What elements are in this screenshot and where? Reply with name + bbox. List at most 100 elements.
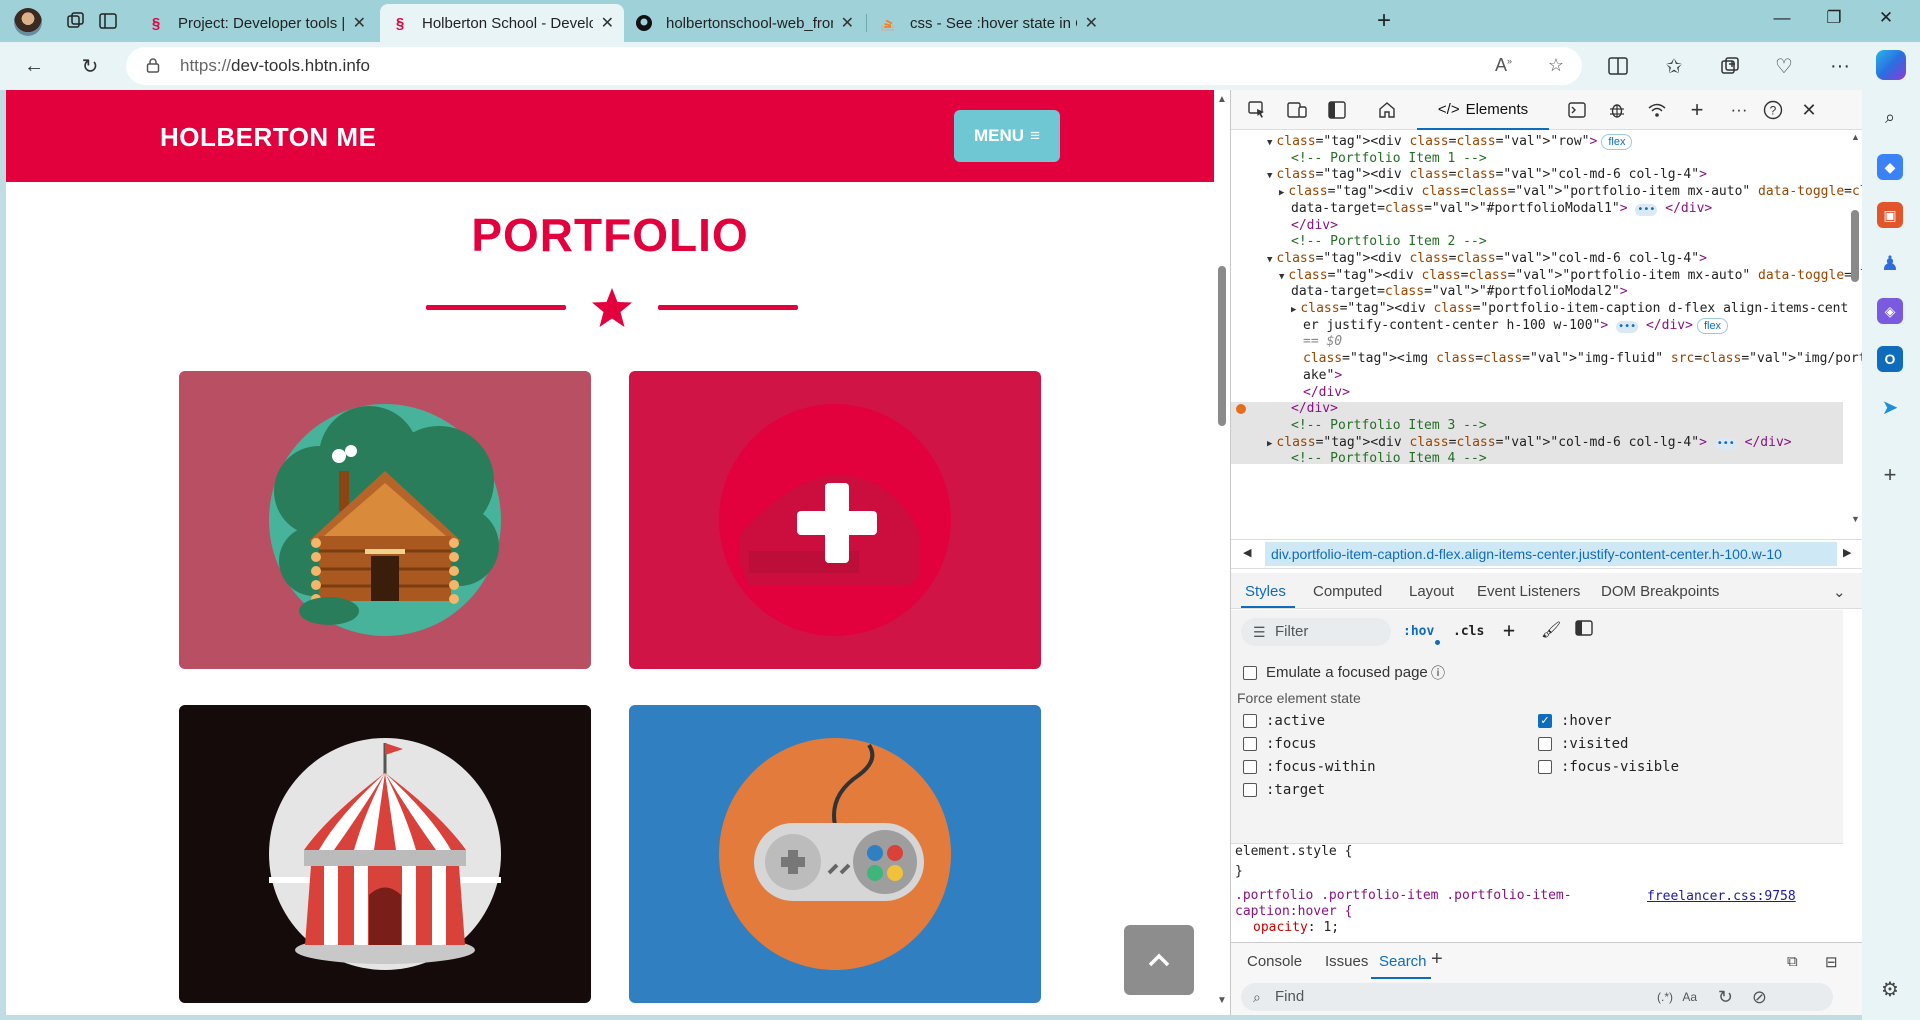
search-find-input[interactable]: ⌕ Find (.*) Aa ↻ ⊘: [1241, 983, 1833, 1011]
collections-icon[interactable]: [1716, 52, 1744, 80]
scrollbar-thumb[interactable]: [1218, 266, 1226, 426]
read-aloud-icon[interactable]: A»: [1495, 55, 1512, 76]
sources-bug-icon[interactable]: [1605, 99, 1629, 121]
cls-toggle[interactable]: .cls: [1453, 624, 1484, 639]
portfolio-item-cabin[interactable]: [179, 371, 591, 669]
refresh-search-icon[interactable]: ↻: [1718, 983, 1733, 1011]
close-tab-icon[interactable]: ✕: [841, 13, 854, 33]
refresh-icon[interactable]: ↻: [76, 52, 104, 80]
games-icon[interactable]: ♟: [1877, 250, 1903, 276]
close-devtools-icon[interactable]: ✕: [1797, 99, 1821, 121]
console-icon[interactable]: [1565, 99, 1589, 121]
scroll-to-top-button[interactable]: [1124, 925, 1194, 995]
close-window-icon[interactable]: ✕: [1866, 8, 1906, 34]
state-target-checkbox[interactable]: [1243, 783, 1257, 797]
tab-computed[interactable]: Computed: [1313, 583, 1382, 600]
tab-stackoverflow[interactable]: css - See :hover state in Chrome ✕: [868, 4, 1108, 42]
dom-node-line[interactable]: class="tag"><img class=class="val">"img-…: [1291, 349, 1863, 369]
chevron-down-icon[interactable]: ⌄: [1833, 583, 1846, 601]
match-case-toggle[interactable]: Aa: [1682, 983, 1697, 1011]
more-tools-plus-icon[interactable]: +: [1685, 97, 1709, 122]
tab-elements[interactable]: </> Elements: [1417, 90, 1549, 130]
search-icon[interactable]: ⌕: [1877, 104, 1903, 130]
rule-source-link[interactable]: freelancer.css:9758: [1647, 889, 1796, 904]
portfolio-item-circus[interactable]: [179, 705, 591, 1003]
new-tab-button[interactable]: +: [1372, 7, 1396, 34]
state-active-checkbox[interactable]: [1243, 714, 1257, 728]
dom-scroll-thumb[interactable]: [1851, 210, 1859, 282]
add-drawer-tab-icon[interactable]: +: [1431, 948, 1443, 971]
page-scrollbar[interactable]: ▲ ▼: [1214, 90, 1230, 1015]
scroll-up-arrow[interactable]: ▲: [1217, 94, 1227, 105]
help-icon[interactable]: ?: [1761, 99, 1785, 121]
dom-scroll-up[interactable]: ▲: [1851, 132, 1860, 142]
state-focus-checkbox[interactable]: [1243, 737, 1257, 751]
close-tab-icon[interactable]: ✕: [1085, 13, 1098, 33]
tab-dom-breakpoints[interactable]: DOM Breakpoints: [1601, 583, 1719, 600]
dom-node-line[interactable]: er justify-content-center h-100 w-100"> …: [1291, 316, 1729, 336]
scroll-down-arrow[interactable]: ▼: [1217, 995, 1227, 1006]
dom-scrollbar[interactable]: ▲ ▼: [1847, 130, 1863, 530]
breadcrumb-selected[interactable]: div.portfolio-item-caption.d-flex.align-…: [1265, 542, 1837, 566]
close-drawer-icon[interactable]: ⊟: [1825, 953, 1838, 971]
toggle-panel-icon[interactable]: [1325, 99, 1349, 121]
drawer-tab-console[interactable]: Console: [1247, 953, 1302, 970]
emulate-focus-checkbox[interactable]: [1243, 666, 1257, 680]
drawer-tab-search[interactable]: Search: [1379, 953, 1427, 970]
profile-avatar[interactable]: [14, 8, 42, 36]
toolbox-icon[interactable]: ▣: [1877, 202, 1903, 228]
state-focus-within-checkbox[interactable]: [1243, 760, 1257, 774]
drawer-tab-issues[interactable]: Issues: [1325, 953, 1368, 970]
split-screen-icon[interactable]: [1604, 52, 1632, 80]
regex-toggle[interactable]: (.*): [1657, 983, 1673, 1011]
dom-node-line[interactable]: data-target=class="val">"#portfolioModal…: [1279, 199, 1712, 219]
tab-event-listeners[interactable]: Event Listeners: [1477, 583, 1580, 600]
minimize-icon[interactable]: —: [1762, 8, 1802, 34]
dom-scroll-down[interactable]: ▼: [1851, 514, 1860, 524]
dock-drawer-icon[interactable]: ⧉: [1787, 953, 1798, 970]
copilot-sidebar-icon[interactable]: ◈: [1877, 298, 1903, 324]
inspect-element-icon[interactable]: [1245, 99, 1269, 121]
add-sidebar-app-icon[interactable]: +: [1877, 462, 1903, 488]
computed-sidebar-icon[interactable]: [1575, 620, 1593, 640]
welcome-home-icon[interactable]: [1375, 99, 1399, 121]
styles-filter-input[interactable]: ☰ Filter: [1241, 618, 1391, 646]
paintbrush-icon[interactable]: 🖌: [1541, 620, 1561, 639]
copilot-icon[interactable]: [1876, 50, 1906, 80]
close-tab-icon[interactable]: ✕: [353, 13, 366, 33]
device-emulation-icon[interactable]: [1285, 99, 1309, 121]
new-style-rule-icon[interactable]: +: [1503, 618, 1515, 642]
site-brand[interactable]: HOLBERTON ME: [160, 122, 376, 153]
customize-menu-icon[interactable]: ···: [1727, 99, 1751, 121]
tab-styles[interactable]: Styles: [1245, 583, 1286, 600]
portfolio-item-cake[interactable]: [629, 371, 1041, 669]
hov-toggle[interactable]: :hov: [1403, 624, 1434, 639]
more-menu-icon[interactable]: ···: [1826, 52, 1854, 80]
help-circle-icon[interactable]: ⓘ: [1431, 663, 1445, 683]
tab-github[interactable]: holbertonschool-web_front_end/ ✕: [624, 4, 864, 42]
clear-search-icon[interactable]: ⊘: [1752, 983, 1767, 1011]
state-visited-checkbox[interactable]: [1538, 737, 1552, 751]
state-hover-checkbox[interactable]: ✓: [1538, 714, 1552, 728]
state-focus-visible-checkbox[interactable]: [1538, 760, 1552, 774]
network-wifi-icon[interactable]: [1645, 99, 1669, 121]
tab-actions-icon[interactable]: [96, 9, 120, 33]
favorite-star-icon[interactable]: ☆: [1548, 55, 1564, 76]
breadcrumb-left-arrow[interactable]: ◀: [1243, 546, 1251, 559]
settings-gear-icon[interactable]: ⚙: [1877, 976, 1903, 1002]
tab-holberton-devtools[interactable]: § Holberton School - Developer to ✕: [380, 4, 624, 42]
workspaces-icon[interactable]: [64, 9, 88, 33]
send-icon[interactable]: ➤: [1877, 394, 1903, 420]
tab-layout[interactable]: Layout: [1409, 583, 1454, 600]
dom-comment-line[interactable]: <!-- Portfolio Item 4 -->: [1279, 449, 1487, 469]
restore-icon[interactable]: ❐: [1814, 8, 1854, 34]
outlook-icon[interactable]: O: [1877, 346, 1903, 372]
menu-button[interactable]: MENU ≡: [954, 110, 1060, 162]
browser-essentials-icon[interactable]: ♡: [1770, 52, 1798, 80]
tab-project-devtools[interactable]: § Project: Developer tools | Holberton ✕: [136, 4, 376, 42]
address-bar[interactable]: https://dev-tools.hbtn.info A» ☆: [126, 47, 1582, 85]
favorites-icon[interactable]: ✩: [1660, 52, 1688, 80]
back-icon[interactable]: ←: [20, 52, 48, 80]
tag-icon[interactable]: ◆: [1877, 154, 1903, 180]
breadcrumb-right-arrow[interactable]: ▶: [1843, 546, 1851, 559]
